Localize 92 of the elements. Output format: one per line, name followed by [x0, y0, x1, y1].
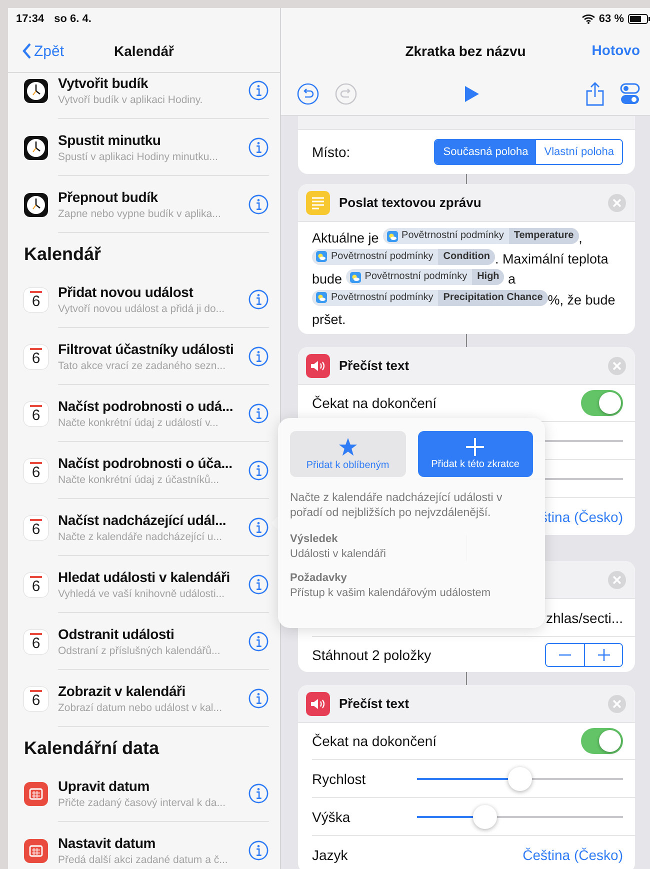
section-heading: Výsledek — [290, 533, 339, 545]
increment-button[interactable] — [584, 644, 622, 666]
info-button[interactable] — [248, 346, 269, 366]
nav-title: Kalendář — [114, 43, 174, 59]
action-item[interactable]: 6 Načíst podrobnosti o úča... Načte konkrétní údaj z účastníků... — [8, 442, 280, 499]
clock-icon — [24, 78, 48, 102]
action-item[interactable]: 6 Přidat novou událost Vytvoří novou událost a přidá ji do... — [8, 271, 280, 328]
wifi-icon — [582, 14, 595, 24]
notes-icon — [306, 190, 330, 214]
calendar-icon: 6 — [24, 402, 48, 426]
calendar-icon: 6 — [24, 516, 48, 540]
info-button[interactable] — [248, 402, 269, 424]
add-button[interactable]: Přidat k této zkratce — [418, 431, 533, 477]
speaker-icon — [306, 354, 330, 378]
field-label: Jazyk — [312, 846, 349, 862]
action-title: Přečíst text — [339, 696, 410, 711]
section-heading: Požadavky — [290, 572, 348, 584]
share-icon[interactable] — [586, 82, 604, 106]
slider-thumb[interactable] — [508, 766, 532, 790]
toggle-switch[interactable] — [581, 728, 623, 754]
action-title: Poslat textovou zprávu — [339, 195, 482, 210]
section-text: Události v kalendáři — [290, 548, 387, 560]
info-button[interactable] — [248, 516, 269, 538]
weather-icon — [350, 272, 361, 282]
section-header: Kalendářní data — [24, 738, 160, 759]
info-button[interactable] — [248, 688, 269, 708]
calendar-icon: 6 — [24, 686, 48, 710]
back-button[interactable]: Zpět — [8, 42, 70, 60]
toggle-switch[interactable] — [581, 390, 623, 416]
weather-icon — [316, 251, 327, 262]
action-item[interactable]: 6 Zobrazit v kalendáři Zobrazí datum nebo událost v kal... — [8, 670, 280, 727]
action-title: Přečíst text — [339, 358, 410, 373]
action-item[interactable]: Upravit datum Přičte zadaný časový interval k da... — [8, 765, 280, 822]
message-text[interactable]: Aktuálne je Povětrnostní podmínky Temperature , Povětrnostní podmínky Condition . Maximální teplota bude Povětrnostní podmínky High a Povětrnostní podmínky Precipitation Chance %, že bude pršet. — [298, 222, 635, 334]
shortcut-title: Zkratka bez názvu — [405, 43, 526, 59]
action-item[interactable]: Vytvořit budík Vytvoří budík v aplikaci Hodiny. — [8, 73, 280, 119]
minus-icon — [559, 654, 571, 656]
info-button[interactable] — [248, 80, 269, 100]
status-date: so 6. 4. — [54, 13, 92, 25]
field-label: Čekat na dokončení — [312, 395, 438, 411]
field-value: zhlas/secti... — [546, 610, 623, 626]
action-item[interactable]: 6 Odstranit události Odstraní z příslušných kalendářů... — [8, 613, 280, 670]
battery-icon — [628, 14, 650, 24]
info-button[interactable] — [248, 574, 269, 594]
action-item[interactable]: 6 Načíst podrobnosti o udá... Načte konkrétní údaj z událostí v... — [8, 385, 280, 442]
action-item[interactable]: 6 Načíst nadcházející udál... Načte z kalendáře nadcházející u... — [8, 499, 280, 556]
settings-icon[interactable] — [620, 82, 640, 106]
action-item[interactable]: Přepnout budík Zapne nebo vypne budík v aplika... — [8, 176, 280, 233]
info-button[interactable] — [248, 782, 269, 804]
field-label: Výška — [312, 808, 352, 824]
section-text: Přístup k vašim kalendářovým událostem — [290, 587, 492, 599]
weather-icon — [316, 292, 327, 303]
field-label: Čekat na dokončení — [312, 733, 438, 749]
status-time: 17:34 — [16, 13, 44, 25]
calendar-icon: 6 — [24, 288, 48, 312]
field-label: Stáhnout 2 položky — [312, 646, 432, 662]
field-label: Rychlost — [312, 770, 367, 786]
weather-icon — [386, 230, 398, 242]
info-button[interactable] — [248, 460, 269, 480]
calendar-icon — [24, 838, 48, 862]
info-button[interactable] — [248, 288, 269, 310]
calendar-icon — [24, 782, 48, 806]
calendar-icon: 6 — [24, 630, 48, 654]
info-button[interactable] — [248, 136, 269, 158]
segment-option[interactable]: Současná poloha — [435, 140, 536, 164]
language-link[interactable]: Čeština (Česko) — [522, 846, 623, 862]
calendar-icon: 6 — [24, 572, 48, 596]
slider-thumb[interactable] — [472, 804, 497, 828]
action-item[interactable]: Spustit minutku Spustí v aplikaci Hodiny minutku... — [8, 119, 280, 176]
speaker-icon — [306, 692, 330, 716]
play-icon[interactable] — [464, 84, 480, 102]
info-button[interactable] — [248, 630, 269, 652]
field-label: Místo: — [312, 144, 352, 160]
undo-icon[interactable] — [297, 82, 319, 104]
star-icon — [338, 438, 358, 456]
info-button[interactable] — [248, 194, 269, 214]
action-item[interactable]: 6 Filtrovat účastníky události Tato akce vrací ze zadaného sezn... — [8, 328, 280, 385]
done-button[interactable]: Hotovo — [592, 42, 640, 58]
chevron-left-icon — [22, 43, 32, 59]
language-link[interactable]: ština (Česko) — [540, 508, 623, 524]
action-item[interactable]: 6 Hledat události v kalendáři Vyhledá ve vaší knihovně události... — [8, 556, 280, 613]
action-item[interactable]: Nastavit datum Předá další akci zadané datum a č... — [8, 822, 280, 869]
plus-icon — [598, 648, 610, 660]
calendar-icon: 6 — [24, 458, 48, 482]
clock-icon — [24, 192, 48, 216]
action-description: Načte z kalendáře nadcházející události v pořadí od nejbližších po nejvzdálenější. — [290, 491, 504, 521]
section-header: Kalendář — [24, 244, 102, 265]
clock-icon — [24, 136, 48, 160]
plus-icon — [466, 438, 484, 456]
battery-percent: 63 % — [598, 13, 624, 25]
info-button[interactable] — [248, 840, 269, 860]
calendar-icon: 6 — [24, 344, 48, 368]
